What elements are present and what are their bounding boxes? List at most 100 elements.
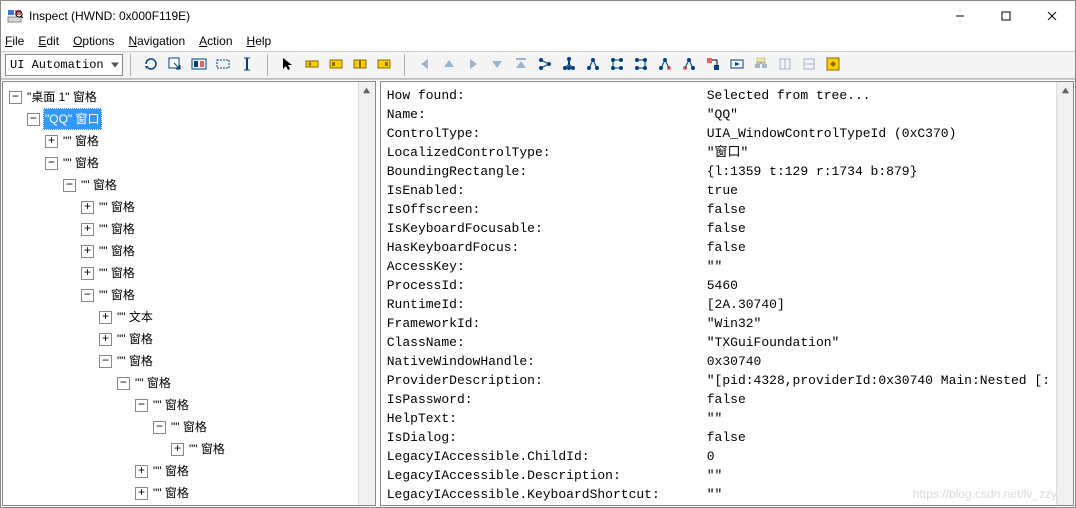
- expand-icon[interactable]: [81, 245, 94, 258]
- menu-action[interactable]: Action: [199, 34, 232, 48]
- arrow-right-button[interactable]: [463, 55, 483, 75]
- tree-node[interactable]: "" 窗格: [5, 438, 356, 460]
- tree-node-label[interactable]: "" 窗格: [61, 130, 101, 152]
- collapse-icon[interactable]: [153, 421, 166, 434]
- show-highlight-button[interactable]: [823, 55, 843, 75]
- tree-node-label[interactable]: "" 窗格: [133, 372, 173, 394]
- expand-icon[interactable]: [99, 311, 112, 324]
- collapse-icon[interactable]: [45, 157, 58, 170]
- tree-node[interactable]: "" 窗格: [5, 218, 356, 240]
- tree-node[interactable]: "" 窗格: [5, 460, 356, 482]
- collapse-icon[interactable]: [9, 91, 22, 104]
- tree-node[interactable]: "" 窗格: [5, 372, 356, 394]
- pointer-button[interactable]: [278, 55, 298, 75]
- tree-node[interactable]: "" 窗格: [5, 262, 356, 284]
- arrow-down-button[interactable]: [487, 55, 507, 75]
- clear-button[interactable]: [799, 55, 819, 75]
- tree-node-label[interactable]: "" 窗格: [97, 218, 137, 240]
- parent-rect-button[interactable]: [326, 55, 346, 75]
- arrow-up-button[interactable]: [439, 55, 459, 75]
- watch-focus-button[interactable]: [189, 55, 209, 75]
- expand-icon[interactable]: [81, 201, 94, 214]
- tree-node[interactable]: "" 窗格: [5, 130, 356, 152]
- collapse-icon[interactable]: [99, 355, 112, 368]
- show-rect-button[interactable]: [213, 55, 233, 75]
- tree-node[interactable]: "" 文本: [5, 306, 356, 328]
- refresh-button[interactable]: [141, 55, 161, 75]
- copy-tree-button[interactable]: [751, 55, 771, 75]
- tree-node[interactable]: "" 窗格: [5, 284, 356, 306]
- tree-node[interactable]: "" 窗格: [5, 174, 356, 196]
- collapse-icon[interactable]: [27, 113, 40, 126]
- action-default-button[interactable]: [727, 55, 747, 75]
- next-sibling-button[interactable]: [607, 55, 627, 75]
- maximize-button[interactable]: [983, 1, 1029, 31]
- msaa-bridge-button[interactable]: [703, 55, 723, 75]
- expand-icon[interactable]: [81, 223, 94, 236]
- tree-node[interactable]: "" 窗格: [5, 482, 356, 504]
- tree-node-label[interactable]: "" 窗格: [151, 482, 191, 504]
- tree-node-label[interactable]: "" 窗格: [79, 174, 119, 196]
- watch-cursor-button[interactable]: [165, 55, 185, 75]
- menu-options[interactable]: Options: [73, 34, 114, 48]
- tree-node-label[interactable]: "" 窗格: [187, 438, 227, 460]
- tree-node[interactable]: "" 窗格: [5, 350, 356, 372]
- properties-scroll[interactable]: How found:Selected from tree...Name:"QQ"…: [381, 82, 1056, 505]
- tree-node[interactable]: "" 窗格: [5, 416, 356, 438]
- paste-button[interactable]: [775, 55, 795, 75]
- arrow-bar-up-button[interactable]: [511, 55, 531, 75]
- tree-node-label[interactable]: "桌面 1" 窗格: [25, 86, 99, 108]
- tree-node-label[interactable]: "QQ" 窗口: [43, 108, 102, 130]
- tree-node[interactable]: "QQ" 窗口: [5, 108, 356, 130]
- tree-highlight-button[interactable]: [535, 55, 555, 75]
- expand-icon[interactable]: [81, 267, 94, 280]
- expand-icon[interactable]: [171, 443, 184, 456]
- tree-node-label[interactable]: "" 窗格: [151, 394, 191, 416]
- menu-edit[interactable]: Edit: [38, 34, 59, 48]
- expand-icon[interactable]: [135, 487, 148, 500]
- show-caret-button[interactable]: [237, 55, 257, 75]
- tree-node[interactable]: "" 窗格: [5, 394, 356, 416]
- tree-view[interactable]: "桌面 1" 窗格"QQ" 窗口"" 窗格"" 窗格"" 窗格"" 窗格"" 窗…: [3, 82, 358, 505]
- minimize-button[interactable]: [937, 1, 983, 31]
- last-child-button[interactable]: [655, 55, 675, 75]
- tree-scrollbar[interactable]: [358, 82, 375, 505]
- mode-select[interactable]: UI Automation: [5, 54, 123, 76]
- scroll-up-icon[interactable]: [359, 82, 375, 99]
- mode-select-wrap[interactable]: UI Automation: [5, 54, 123, 76]
- arrow-left-button[interactable]: [415, 55, 435, 75]
- tree-scroll[interactable]: "桌面 1" 窗格"QQ" 窗口"" 窗格"" 窗格"" 窗格"" 窗格"" 窗…: [3, 82, 358, 505]
- tree-node[interactable]: "" 窗格: [5, 152, 356, 174]
- tree-node[interactable]: "桌面 1" 窗格: [5, 86, 356, 108]
- expand-icon[interactable]: [99, 333, 112, 346]
- first-sibling-button[interactable]: [679, 55, 699, 75]
- tree-node-label[interactable]: "" 窗格: [97, 262, 137, 284]
- tree-node[interactable]: "" 窗格: [5, 240, 356, 262]
- collapse-icon[interactable]: [135, 399, 148, 412]
- prev-sibling-2-button[interactable]: [631, 55, 651, 75]
- scroll-up-icon[interactable]: [1057, 82, 1073, 99]
- collapse-icon[interactable]: [117, 377, 130, 390]
- tree-node-label[interactable]: "" 窗格: [151, 460, 191, 482]
- collapse-icon[interactable]: [81, 289, 94, 302]
- focus-rect-button[interactable]: [374, 55, 394, 75]
- tree-node[interactable]: "" 窗格: [5, 196, 356, 218]
- expand-icon[interactable]: [45, 135, 58, 148]
- tree-node-label[interactable]: "" 窗格: [97, 240, 137, 262]
- menu-file[interactable]: File: [5, 34, 24, 48]
- menu-navigation[interactable]: Navigation: [128, 34, 185, 48]
- tree-node-label[interactable]: "" 窗格: [115, 328, 155, 350]
- tree-node-label[interactable]: "" 窗格: [97, 196, 137, 218]
- caret-rect-button[interactable]: [350, 55, 370, 75]
- properties-scrollbar[interactable]: [1056, 82, 1073, 505]
- child-first-button[interactable]: [559, 55, 579, 75]
- collapse-icon[interactable]: [63, 179, 76, 192]
- tree-node-label[interactable]: "" 窗格: [61, 152, 101, 174]
- menu-help[interactable]: Help: [247, 34, 272, 48]
- tree-node[interactable]: "" 窗格: [5, 328, 356, 350]
- expand-icon[interactable]: [135, 465, 148, 478]
- tree-node-label[interactable]: "" 窗格: [97, 284, 137, 306]
- close-button[interactable]: [1029, 1, 1075, 31]
- tree-node-label[interactable]: "" 窗格: [115, 350, 155, 372]
- prev-sibling-button[interactable]: [302, 55, 322, 75]
